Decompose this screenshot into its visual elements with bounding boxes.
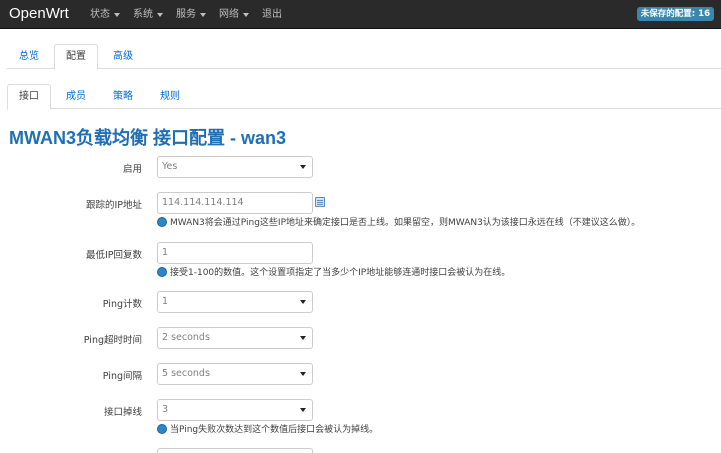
reliability-label: 最低IP回复数 <box>85 250 142 261</box>
chevron-down-icon <box>300 165 306 169</box>
menu-status-label: 状态 <box>90 9 110 20</box>
down-select[interactable]: 3 <box>157 399 313 421</box>
info-circle-icon <box>157 266 167 277</box>
ping-timeout-value: 2 seconds <box>162 332 210 343</box>
ping-count-label: Ping计数 <box>102 299 142 310</box>
tab-advanced[interactable]: 高级 <box>101 44 145 69</box>
next-field-partial[interactable] <box>157 448 313 453</box>
menu-status[interactable]: 状态 <box>90 0 120 29</box>
tab-members[interactable]: 成员 <box>54 84 98 109</box>
reliability-help: 接受1-100的数值。这个设置项指定了当多少个IP地址能够连通时接口会被认为在线… <box>157 265 510 278</box>
ping-interval-value: 5 seconds <box>162 368 210 379</box>
info-circle-icon <box>157 216 167 227</box>
menu-network[interactable]: 网络 <box>219 0 249 29</box>
menu-system[interactable]: 系统 <box>133 0 163 29</box>
chevron-down-icon <box>157 12 163 17</box>
tab-overview[interactable]: 总览 <box>7 44 51 69</box>
menu-network-label: 网络 <box>219 9 239 20</box>
ping-timeout-label: Ping超时时间 <box>83 335 142 346</box>
down-help: 当Ping失败次数达到这个数值后接口会被认为掉线。 <box>157 422 378 435</box>
reliability-input[interactable]: 1 <box>157 242 313 264</box>
info-circle-icon <box>157 423 167 434</box>
chevron-down-icon <box>300 300 306 304</box>
ping-count-select[interactable]: 1 <box>157 291 313 313</box>
ping-timeout-select[interactable]: 2 seconds <box>157 327 313 349</box>
chevron-down-icon <box>300 408 306 412</box>
secondary-tabs: 接口 成员 策略 规则 <box>7 84 721 110</box>
track-ip-label: 跟踪的IP地址 <box>85 200 142 211</box>
reliability-help-text: 接受1-100的数值。这个设置项指定了当多少个IP地址能够连通时接口会被认为在线… <box>170 268 511 278</box>
brand-logo[interactable]: OpenWrt <box>9 5 69 22</box>
tab-interfaces[interactable]: 接口 <box>7 84 51 110</box>
top-navbar: OpenWrt 状态 系统 服务 网络 退出 未保存的配置: 16 <box>0 0 721 29</box>
menu-logout[interactable]: 退出 <box>262 0 282 29</box>
ping-interval-label: Ping间隔 <box>102 371 142 382</box>
menu-services-label: 服务 <box>176 9 196 20</box>
track-ip-value: 114.114.114.114 <box>162 197 244 208</box>
chevron-down-icon <box>200 12 206 17</box>
tab-policies[interactable]: 策略 <box>101 84 145 109</box>
menu-logout-label: 退出 <box>262 9 282 20</box>
menu-system-label: 系统 <box>133 9 153 20</box>
down-value: 3 <box>162 404 169 415</box>
ping-count-value: 1 <box>162 296 169 307</box>
track-ip-help-text: MWAN3将会通过Ping这些IP地址来确定接口是否上线。如果留空，则MWAN3… <box>170 218 641 228</box>
main-menu: 状态 系统 服务 网络 退出 <box>90 0 295 29</box>
enabled-label: 启用 <box>122 164 142 175</box>
enabled-select[interactable]: Yes <box>157 156 313 178</box>
chevron-down-icon <box>114 12 120 17</box>
enabled-select-value: Yes <box>162 161 178 172</box>
reliability-value: 1 <box>162 247 169 258</box>
chevron-down-icon <box>300 336 306 340</box>
tab-configuration[interactable]: 配置 <box>54 44 98 70</box>
chevron-down-icon <box>243 12 249 17</box>
primary-tabs: 总览 配置 高级 <box>7 44 721 70</box>
tab-rules[interactable]: 规则 <box>148 84 192 109</box>
page-title: MWAN3负载均衡 接口配置 - wan3 <box>9 128 287 148</box>
chevron-down-icon <box>300 372 306 376</box>
unsaved-changes-badge[interactable]: 未保存的配置: 16 <box>636 7 714 21</box>
track-ip-help: MWAN3将会通过Ping这些IP地址来确定接口是否上线。如果留空，则MWAN3… <box>157 215 640 228</box>
down-label: 接口掉线 <box>103 407 142 418</box>
track-ip-input[interactable]: 114.114.114.114 <box>157 192 313 214</box>
down-help-text: 当Ping失败次数达到这个数值后接口会被认为掉线。 <box>170 425 379 435</box>
add-entry-icon[interactable] <box>315 197 325 207</box>
ping-interval-select[interactable]: 5 seconds <box>157 363 313 385</box>
menu-services[interactable]: 服务 <box>176 0 206 29</box>
